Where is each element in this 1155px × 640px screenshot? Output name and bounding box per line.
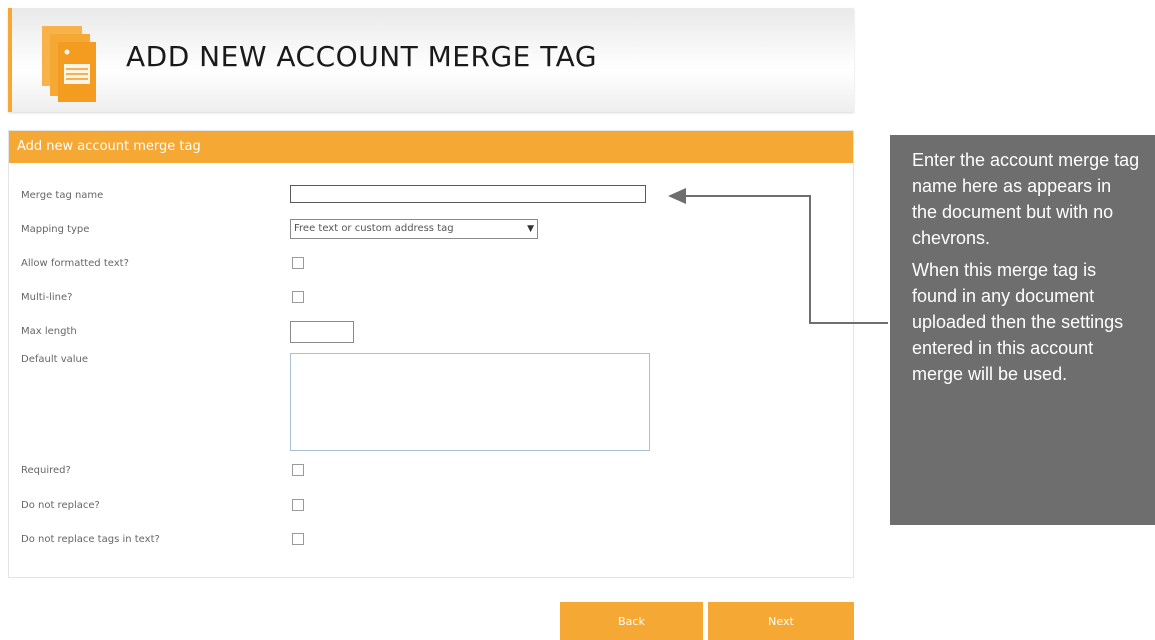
callout-text-1: Enter the account merge tag name here as… — [912, 150, 1140, 248]
callout-text-2: When this merge tag is found in any docu… — [912, 260, 1124, 384]
arrow-left-icon — [668, 188, 686, 204]
help-callout: Enter the account merge tag name here as… — [890, 135, 1155, 525]
